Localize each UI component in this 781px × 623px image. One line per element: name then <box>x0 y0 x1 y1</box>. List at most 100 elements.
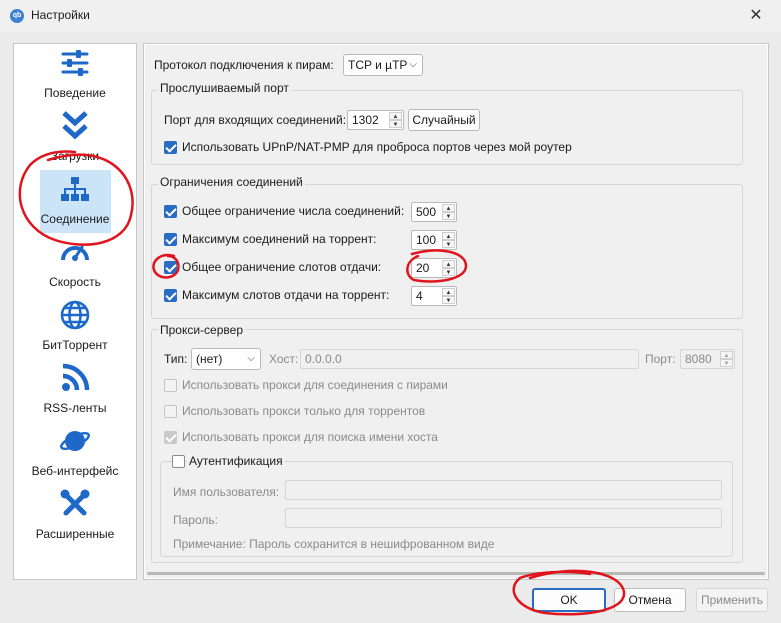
sidebar-item-advanced[interactable]: Расширенные <box>14 485 136 548</box>
proxy-type-select[interactable]: (нет) ⌵ <box>191 348 261 370</box>
proxy-host-field[interactable]: 0.0.0.0 <box>300 349 639 369</box>
close-icon[interactable]: ✕ <box>745 5 767 27</box>
listening-port-title: Прослушиваемый порт <box>158 81 291 95</box>
spin-value: 4 <box>416 289 423 303</box>
auth-title: Аутентификация <box>187 454 285 468</box>
global-upload-slots-checkbox[interactable] <box>164 261 177 274</box>
per-torrent-upload-slots-label: Максимум слотов отдачи на торрент: <box>182 288 390 302</box>
password-field[interactable] <box>285 508 722 528</box>
sidebar-item-label: БитТоррент <box>42 338 108 352</box>
scrollbar-thumb[interactable] <box>147 572 765 575</box>
spin-arrows[interactable]: ▲ ▼ <box>442 260 455 276</box>
arrow-down-icon[interactable]: ▼ <box>442 268 455 276</box>
sliders-icon <box>61 50 89 76</box>
sidebar-item-bittorrent[interactable]: БитТоррент <box>14 296 136 359</box>
spin-arrows[interactable]: ▲ ▼ <box>389 112 402 128</box>
apply-button[interactable]: Применить <box>696 588 768 612</box>
double-chevron-down-icon <box>62 111 88 140</box>
arrow-up-icon[interactable]: ▲ <box>442 260 455 268</box>
global-connections-label: Общее ограничение числа соединений: <box>182 204 405 218</box>
random-port-button[interactable]: Случайный <box>408 109 480 131</box>
settings-panel: Протокол подключения к пирам: TCP и µTP … <box>143 43 769 580</box>
arrow-down-icon[interactable]: ▼ <box>389 120 402 128</box>
ok-button[interactable]: OK <box>532 588 606 612</box>
per-torrent-upload-slots-spinbox[interactable]: 4 ▲ ▼ <box>411 286 457 306</box>
sidebar-item-rss[interactable]: RSS-ленты <box>14 359 136 422</box>
arrow-down-icon[interactable]: ▼ <box>720 359 733 367</box>
incoming-port-spinbox[interactable]: 1302 ▲ ▼ <box>347 110 404 130</box>
spin-value: 500 <box>416 205 437 219</box>
proxy-torrents-only-label: Использовать прокси только для торрентов <box>182 404 426 418</box>
incoming-port-value: 1302 <box>352 113 379 127</box>
sidebar-item-webui[interactable]: Веб-интерфейс <box>14 422 136 485</box>
upnp-label: Использовать UPnP/NAT-PMP для проброса п… <box>182 140 572 154</box>
sidebar-item-label: RSS-ленты <box>43 401 107 415</box>
proxy-peers-label: Использовать прокси для соединения с пир… <box>182 378 448 392</box>
proxy-hostname-checkbox[interactable] <box>164 431 177 444</box>
sidebar-item-label: Веб-интерфейс <box>31 464 119 478</box>
arrow-down-icon[interactable]: ▼ <box>442 212 455 220</box>
settings-sidebar: Поведение Загрузки Соединение Скорость Б… <box>13 43 137 580</box>
proxy-type-label: Тип: <box>164 352 188 366</box>
proxy-torrents-only-checkbox[interactable] <box>164 405 177 418</box>
spin-arrows[interactable]: ▲ ▼ <box>442 204 455 220</box>
password-label: Пароль: <box>173 513 218 527</box>
sidebar-item-behavior[interactable]: Поведение <box>14 44 136 107</box>
arrow-up-icon[interactable]: ▲ <box>389 112 402 120</box>
rss-icon <box>62 363 90 391</box>
title-bar: qb Настройки ✕ <box>0 0 781 32</box>
spin-arrows[interactable]: ▲ ▼ <box>442 288 455 304</box>
spin-arrows[interactable]: ▲ ▼ <box>720 351 733 367</box>
incoming-port-label: Порт для входящих соединений: <box>164 113 347 127</box>
sidebar-item-label: Поведение <box>44 86 106 100</box>
sidebar-item-connection[interactable]: Соединение <box>14 170 136 233</box>
window-title: Настройки <box>31 8 90 22</box>
arrow-up-icon[interactable]: ▲ <box>442 232 455 240</box>
proxy-type-value: (нет) <box>196 352 223 366</box>
password-note: Примечание: Пароль сохранится в нешифров… <box>173 537 495 551</box>
arrow-down-icon[interactable]: ▼ <box>442 240 455 248</box>
arrow-up-icon[interactable]: ▲ <box>720 351 733 359</box>
per-torrent-connections-checkbox[interactable] <box>164 233 177 246</box>
protocol-select[interactable]: TCP и µTP ⌵ <box>343 54 423 76</box>
tools-icon <box>60 489 90 516</box>
connection-settings: Протокол подключения к пирам: TCP и µTP … <box>145 45 767 569</box>
auth-checkbox[interactable] <box>172 455 185 468</box>
globe-icon <box>60 300 90 330</box>
sidebar-item-label: Загрузки <box>50 149 100 163</box>
proxy-peers-checkbox[interactable] <box>164 379 177 392</box>
sidebar-item-label: Расширенные <box>35 527 115 541</box>
connection-limits-title: Ограничения соединений <box>158 175 305 189</box>
sidebar-item-speed[interactable]: Скорость <box>14 233 136 296</box>
spin-value: 20 <box>416 261 430 275</box>
sidebar-item-downloads[interactable]: Загрузки <box>14 107 136 170</box>
spin-arrows[interactable]: ▲ ▼ <box>442 232 455 248</box>
upnp-checkbox[interactable] <box>164 141 177 154</box>
arrow-up-icon[interactable]: ▲ <box>442 204 455 212</box>
chevron-down-icon: ⌵ <box>409 59 417 70</box>
arrow-up-icon[interactable]: ▲ <box>442 288 455 296</box>
planet-icon <box>59 431 91 451</box>
global-upload-slots-spinbox[interactable]: 20 ▲ ▼ <box>411 258 457 278</box>
per-torrent-upload-slots-checkbox[interactable] <box>164 289 177 302</box>
arrow-down-icon[interactable]: ▼ <box>442 296 455 304</box>
proxy-port-spinbox[interactable]: 8080 ▲ ▼ <box>680 349 735 369</box>
per-torrent-connections-label: Максимум соединений на торрент: <box>182 232 377 246</box>
username-field[interactable] <box>285 480 722 500</box>
proxy-hostname-label: Использовать прокси для поиска имени хос… <box>182 430 438 444</box>
speedometer-icon <box>61 245 89 261</box>
global-connections-checkbox[interactable] <box>164 205 177 218</box>
app-icon: qb <box>10 9 24 23</box>
protocol-label: Протокол подключения к пирам: <box>154 58 334 72</box>
username-label: Имя пользователя: <box>173 485 280 499</box>
global-connections-spinbox[interactable]: 500 ▲ ▼ <box>411 202 457 222</box>
per-torrent-connections-spinbox[interactable]: 100 ▲ ▼ <box>411 230 457 250</box>
proxy-title: Прокси-сервер <box>158 323 245 337</box>
global-upload-slots-label: Общее ограничение слотов отдачи: <box>182 260 382 274</box>
network-icon <box>61 177 89 201</box>
horizontal-scrollbar[interactable] <box>145 569 767 578</box>
cancel-button[interactable]: Отмена <box>614 588 686 612</box>
protocol-value: TCP и µTP <box>348 58 408 72</box>
sidebar-item-label: Скорость <box>49 275 101 289</box>
proxy-host-label: Хост: <box>269 352 299 366</box>
